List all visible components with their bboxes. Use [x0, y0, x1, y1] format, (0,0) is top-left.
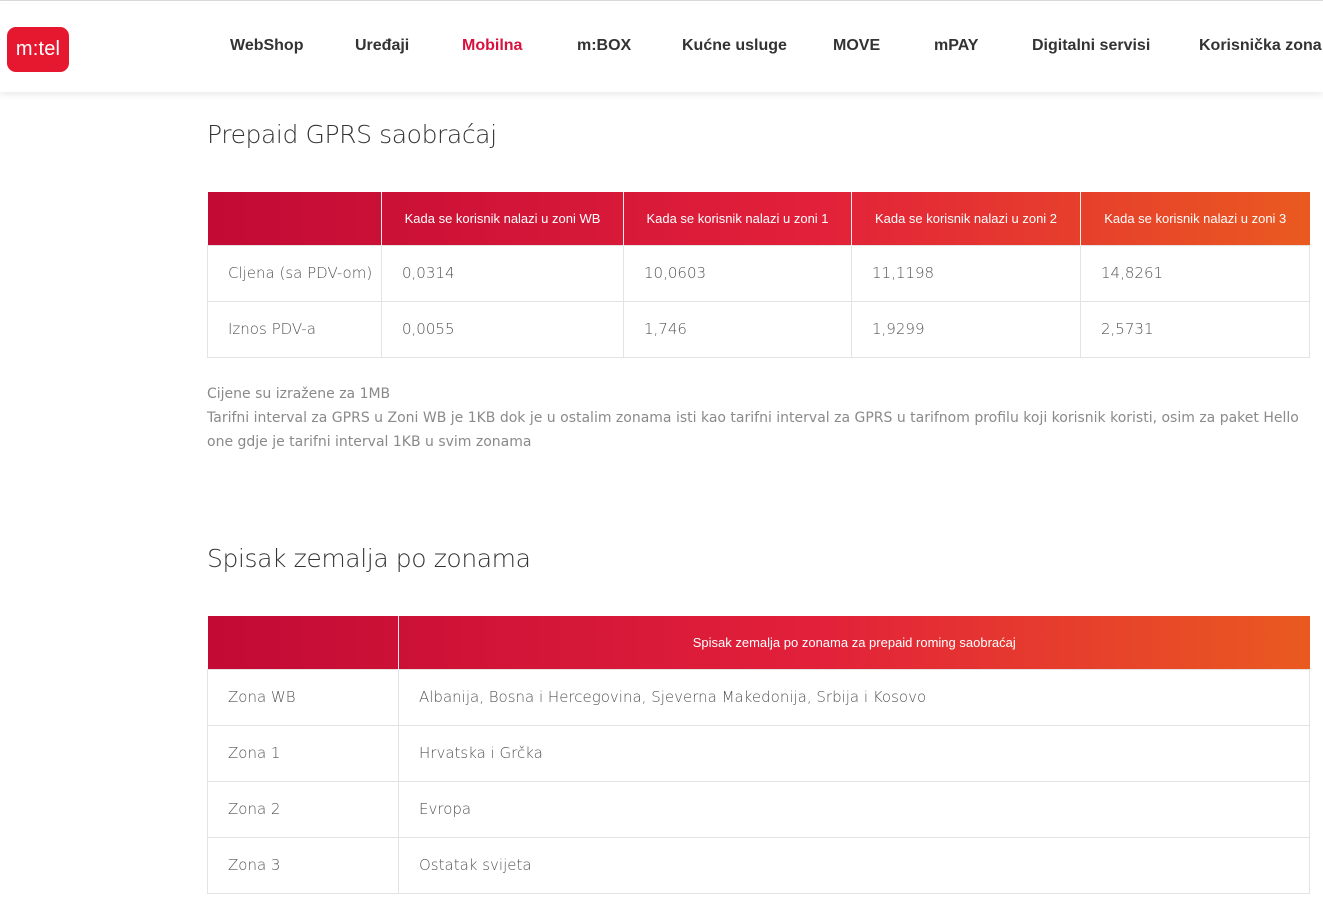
zone-countries: Albanija, Bosna i Hercegovina, Sjeverna …: [398, 668, 1310, 726]
table-row: Iznos PDV-a 0,0055 1,746 1,9299 2,5731: [207, 300, 1310, 358]
zone-countries: Hrvatska i Grčka: [398, 724, 1310, 782]
header-cell-zone-wb: Kada se korisnik nalazi u zoni WB: [381, 192, 624, 245]
table-header-row: Spisak zemalja po zonama za prepaid romi…: [207, 616, 1310, 669]
gprs-price-table: Kada se korisnik nalazi u zoni WB Kada s…: [207, 192, 1310, 358]
header-cell-zone-3: Kada se korisnik nalazi u zoni 3: [1104, 210, 1287, 226]
table-cell: 0,0314: [381, 244, 624, 302]
nav-korisnicka-zona[interactable]: Korisnička zona: [1199, 37, 1322, 55]
table-row: Zona 3 Ostatak svijeta: [207, 836, 1310, 894]
zone-countries: Evropa: [398, 780, 1310, 838]
note-tariff-interval: Tarifni interval za GPRS u Zoni WB je 1K…: [207, 410, 1299, 450]
zones-table: Spisak zemalja po zonama za prepaid romi…: [207, 616, 1310, 894]
zone-label: Zona 1: [207, 724, 399, 782]
table-cell: 1,9299: [851, 300, 1081, 358]
nav-mbox[interactable]: m:BOX: [577, 37, 631, 55]
zone-label: Zona 3: [207, 836, 399, 894]
table-row: Zona WB Albanija, Bosna i Hercegovina, S…: [207, 668, 1310, 726]
nav-webshop[interactable]: WebShop: [230, 37, 303, 55]
row-label: Cljena (sa PDV-om): [207, 244, 382, 302]
table-cell: 11,1198: [851, 244, 1081, 302]
zones-section-title: Spisak zemalja po zonama: [207, 544, 531, 573]
zone-label: Zona 2: [207, 780, 399, 838]
nav-mobilna[interactable]: Mobilna: [462, 37, 522, 55]
gprs-section-title: Prepaid GPRS saobraćaj: [207, 120, 497, 149]
table-row: Zona 1 Hrvatska i Grčka: [207, 724, 1310, 782]
header-cell-empty: [207, 616, 399, 669]
nav-uredjaji[interactable]: Uređaji: [355, 37, 409, 55]
header-cell-countries: Spisak zemalja po zonama za prepaid romi…: [692, 634, 1016, 650]
mtel-logo[interactable]: m:tel: [7, 27, 69, 72]
note-unit: Cijene su izražene za 1MB: [207, 386, 391, 402]
table-cell: 10,0603: [623, 244, 852, 302]
table-header-row: Kada se korisnik nalazi u zoni WB Kada s…: [207, 192, 1310, 245]
table-row: Cljena (sa PDV-om) 0,0314 10,0603 11,119…: [207, 244, 1310, 302]
nav-mpay[interactable]: mPAY: [934, 37, 978, 55]
table-cell: 2,5731: [1080, 300, 1310, 358]
table-cell: 14,8261: [1080, 244, 1310, 302]
table-cell: 1,746: [623, 300, 852, 358]
gprs-notes: Cijene su izražene za 1MB Tarifni interv…: [207, 382, 1307, 454]
zone-countries: Ostatak svijeta: [398, 836, 1310, 894]
table-cell: 0,0055: [381, 300, 624, 358]
table-row: Zona 2 Evropa: [207, 780, 1310, 838]
row-label: Iznos PDV-a: [207, 300, 382, 358]
header-cell-zone-2: Kada se korisnik nalazi u zoni 2: [851, 192, 1081, 245]
header-cell-zone-1: Kada se korisnik nalazi u zoni 1: [623, 192, 852, 245]
header-cell-empty: [207, 192, 382, 245]
nav-digitalni-servisi[interactable]: Digitalni servisi: [1032, 37, 1150, 55]
nav-move[interactable]: MOVE: [833, 37, 880, 55]
site-header: m:tel WebShop Uređaji Mobilna m:BOX Kućn…: [0, 4, 1323, 92]
zone-label: Zona WB: [207, 668, 399, 726]
nav-kucne-usluge[interactable]: Kućne usluge: [682, 37, 787, 55]
